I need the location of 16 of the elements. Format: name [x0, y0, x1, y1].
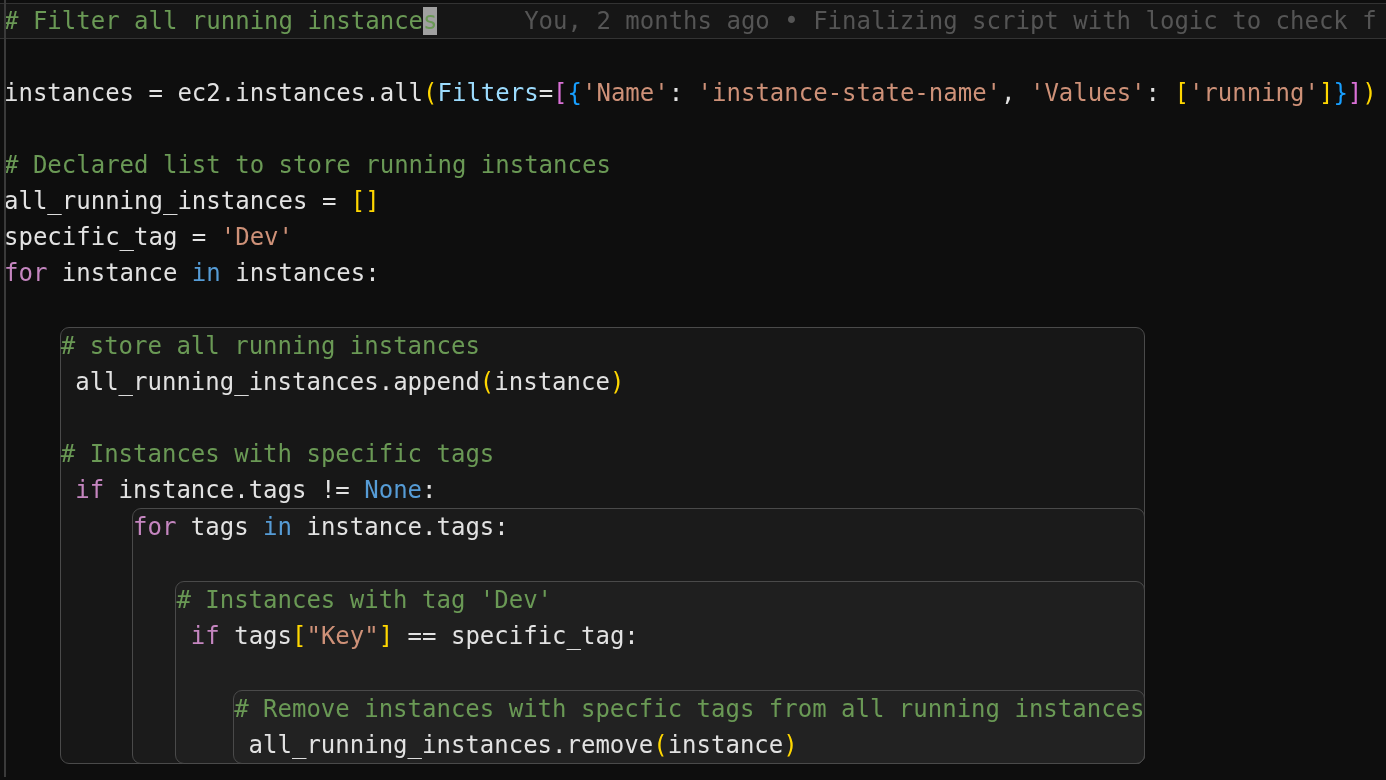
- code-line: # Instances with tag 'Dev': [176, 585, 554, 616]
- blame-annotation: You, 2 months ago • Finalizing script with logic to check f: [524, 6, 1377, 37]
- code-line: all_running_instances = []: [4, 186, 381, 217]
- code-line: # store all running instances: [60, 331, 481, 362]
- code-line: if tags["Key"] == specific_tag:: [189, 621, 640, 652]
- code-line: # Instances with specific tags: [60, 439, 496, 470]
- code-line: if instance.tags != None:: [74, 475, 438, 506]
- code-line: all_running_instances.append(instance): [74, 367, 626, 398]
- code-line: all_running_instances.remove(instance): [247, 730, 799, 761]
- code-line: for tags in instance.tags:: [133, 512, 510, 543]
- code-line: instances = ec2.instances.all(Filters=[{'Name': 'instance-state-name', 'Values': ['running']}]): [4, 78, 1378, 109]
- code-line: # Filter all running instances: [4, 6, 438, 37]
- code-line: for instance in instances:: [4, 258, 381, 289]
- code-line: # Remove instances with specfic tags from all running instances: [234, 694, 1144, 725]
- code-line: # Declared list to store running instances: [4, 150, 612, 181]
- code-line: specific_tag = 'Dev': [4, 222, 294, 253]
